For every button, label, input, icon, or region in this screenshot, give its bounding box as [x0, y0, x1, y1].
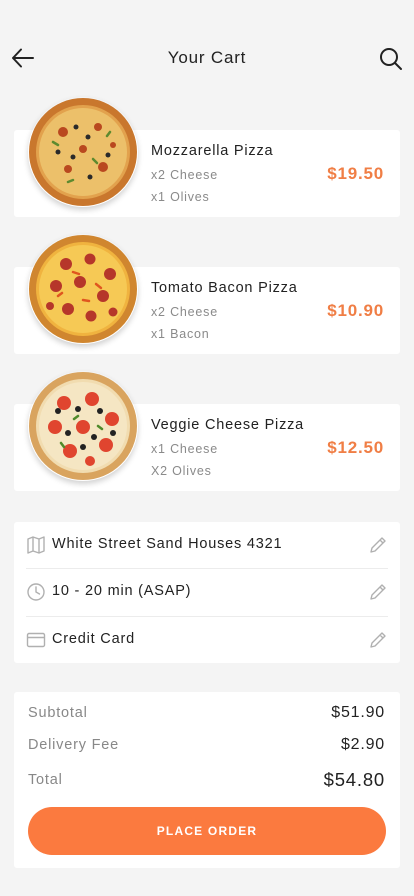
subtotal-label: Subtotal — [28, 705, 88, 721]
item-option: x1 Bacon — [151, 327, 210, 341]
item-option: x1 Olives — [151, 190, 210, 204]
item-option: x2 Cheese — [151, 168, 218, 182]
item-option: x1 Cheese — [151, 442, 218, 456]
delivery-info-card: White Street Sand Houses 4321 10 - 20 mi… — [14, 522, 400, 663]
order-summary-card: Subtotal $51.90 Delivery Fee $2.90 Total… — [14, 692, 400, 868]
delivery-fee-value: $2.90 — [340, 736, 385, 753]
place-order-button[interactable]: PLACE ORDER — [28, 807, 386, 855]
total-label: Total — [28, 772, 63, 788]
delivery-fee-label: Delivery Fee — [28, 737, 119, 753]
pizza-image — [28, 234, 138, 344]
pencil-icon[interactable] — [368, 582, 388, 602]
credit-card-icon — [26, 632, 46, 648]
item-price: $10.90 — [327, 301, 384, 320]
payment-row[interactable]: Credit Card — [14, 617, 400, 663]
payment-method: Credit Card — [52, 631, 135, 647]
delivery-time: 10 - 20 min (ASAP) — [52, 583, 192, 599]
item-name: Tomato Bacon Pizza — [151, 280, 298, 296]
pencil-icon[interactable] — [368, 535, 388, 555]
item-price: $12.50 — [327, 438, 384, 457]
item-name: Mozzarella Pizza — [151, 143, 274, 159]
subtotal-value: $51.90 — [331, 704, 385, 721]
item-option: x2 Cheese — [151, 305, 218, 319]
delivery-time-row[interactable]: 10 - 20 min (ASAP) — [14, 569, 400, 615]
total-value: $54.80 — [323, 769, 385, 790]
delivery-address: White Street Sand Houses 4321 — [52, 536, 283, 552]
pizza-image — [28, 97, 138, 207]
item-price: $19.50 — [327, 164, 384, 183]
search-button[interactable] — [378, 46, 404, 72]
page-title: Your Cart — [167, 48, 247, 67]
map-icon — [27, 536, 45, 554]
address-row[interactable]: White Street Sand Houses 4321 — [14, 522, 400, 568]
item-option: X2 Olives — [151, 464, 212, 478]
pencil-icon[interactable] — [368, 630, 388, 650]
clock-icon — [27, 583, 45, 601]
pizza-image — [28, 371, 138, 481]
search-icon — [380, 48, 402, 70]
item-name: Veggie Cheese Pizza — [151, 417, 305, 433]
